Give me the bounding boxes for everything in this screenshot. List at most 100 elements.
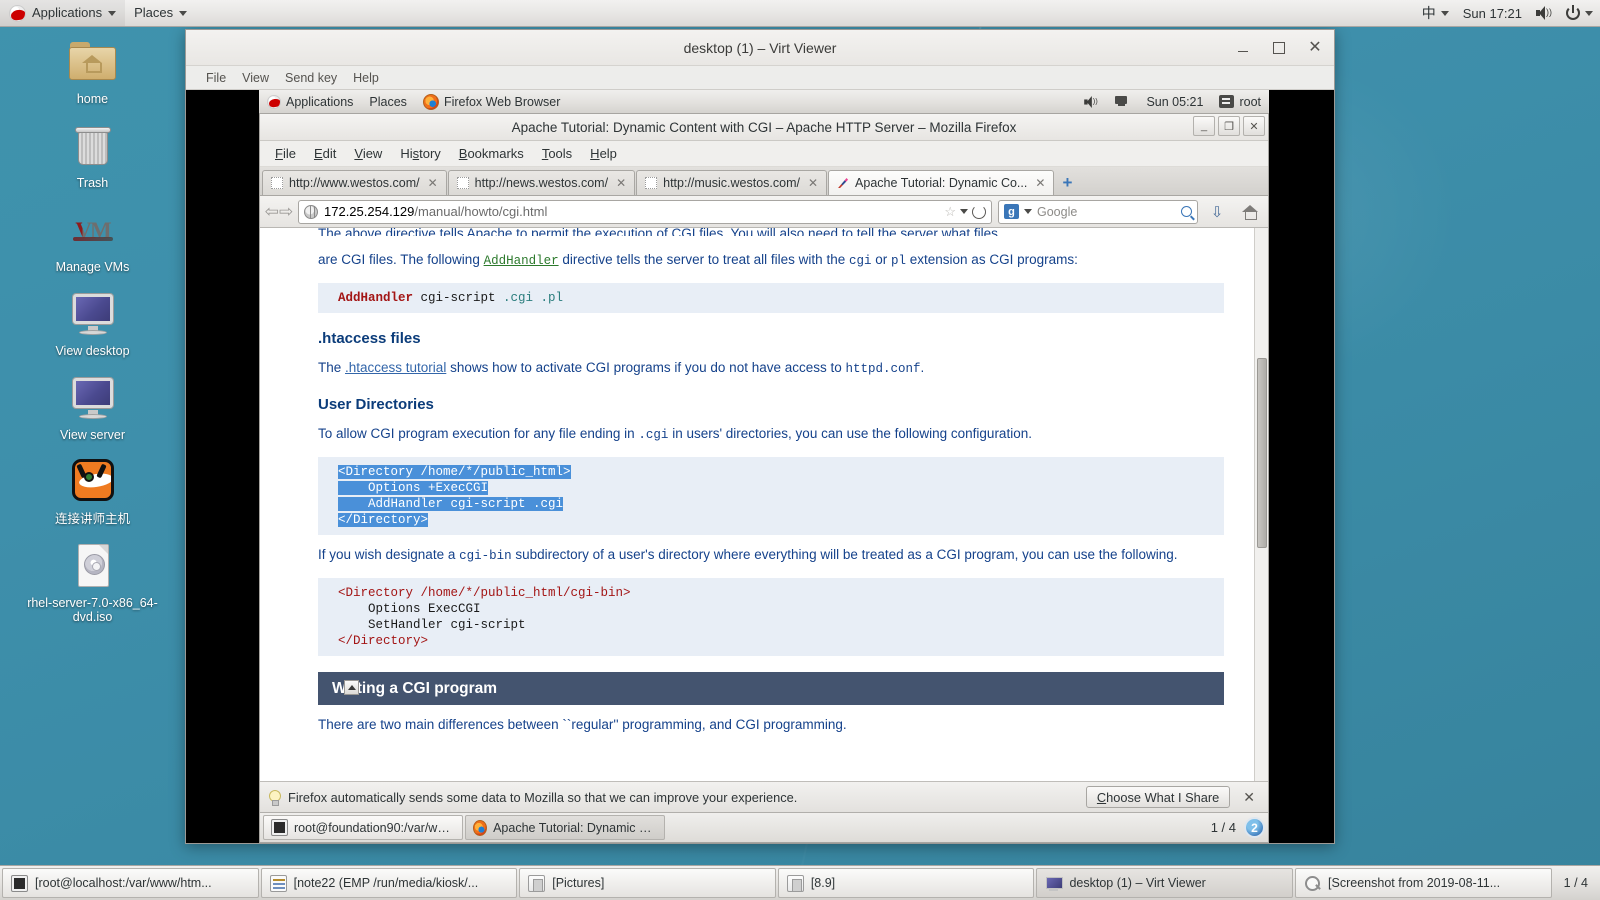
close-tab-icon[interactable]: ✕	[426, 176, 438, 190]
desktop-icon-trash[interactable]: Trash	[13, 120, 173, 190]
guest-places-menu[interactable]: Places	[361, 90, 415, 113]
browser-tab-4[interactable]: Apache Tutorial: Dynamic Co... ✕	[828, 170, 1054, 195]
minimize-button[interactable]: _	[1193, 116, 1215, 136]
guest-task-terminal[interactable]: root@foundation90:/var/www/...	[263, 815, 463, 840]
guest-volume-indicator[interactable]: ))	[1075, 90, 1107, 113]
page-paragraph-userdirs: To allow CGI program execution for any f…	[318, 424, 1224, 445]
virt-viewer-guest-screen[interactable]: Applications Places Firefox Web Browser …	[186, 90, 1334, 843]
reload-icon[interactable]	[972, 205, 986, 219]
scrollbar-thumb[interactable]	[1257, 358, 1267, 548]
vv-menu-send-key[interactable]: Send key	[277, 69, 345, 87]
maximize-button[interactable]: ❐	[1218, 116, 1240, 136]
menu-view[interactable]: View	[345, 143, 391, 164]
input-method-indicator[interactable]: 中	[1415, 0, 1456, 26]
guest-applications-menu[interactable]: Applications	[259, 90, 361, 113]
close-button[interactable]: ✕	[1243, 116, 1265, 136]
host-task-pictures[interactable]: [Pictures]	[519, 868, 776, 898]
heading-htaccess-files: .htaccess files	[318, 329, 1224, 348]
tigervnc-icon	[67, 456, 119, 508]
scroll-to-top-button[interactable]	[344, 680, 359, 695]
guest-clock[interactable]: Sun 05:21	[1138, 90, 1211, 113]
menu-help[interactable]: Help	[581, 143, 626, 164]
guest-clock-label: Sun 05:21	[1146, 95, 1203, 109]
file-manager-icon	[528, 875, 545, 892]
vv-menu-help[interactable]: Help	[345, 69, 387, 87]
search-bar[interactable]: g Google	[998, 200, 1198, 224]
page-document: The above directive tells Apache to perm…	[260, 228, 1254, 781]
url-bar[interactable]: 172.25.254.129/manual/howto/cgi.html ☆	[298, 200, 992, 224]
host-task-virt-viewer[interactable]: desktop (1) – Virt Viewer	[1036, 868, 1293, 898]
vv-menu-view[interactable]: View	[234, 69, 277, 87]
host-desktop: Applications Places 中 Sun 17:21 ))	[0, 0, 1600, 900]
desktop-icon-manage-vms[interactable]: VM Manage VMs	[13, 204, 173, 274]
firefox-window[interactable]: Apache Tutorial: Dynamic Content with CG…	[259, 114, 1269, 843]
minimize-button[interactable]	[1230, 35, 1256, 61]
back-forward-button[interactable]: ⇦⇨	[266, 200, 292, 224]
host-clock[interactable]: Sun 17:21	[1456, 0, 1529, 26]
desktop-icon-view-server[interactable]: View server	[13, 372, 173, 442]
htaccess-tutorial-link[interactable]: .htaccess tutorial	[345, 360, 446, 375]
vv-menu-file[interactable]: File	[198, 69, 234, 87]
chevron-down-icon	[108, 11, 116, 16]
browser-tab-2[interactable]: http://news.westos.com/ ✕	[448, 170, 635, 195]
search-engine-icon[interactable]: g	[1004, 204, 1019, 219]
close-tab-icon[interactable]: ✕	[1033, 176, 1045, 190]
downloads-button[interactable]: ⇩	[1204, 200, 1230, 224]
close-notification-icon[interactable]: ✕	[1238, 789, 1260, 806]
page-viewport[interactable]: The above directive tells Apache to perm…	[260, 228, 1268, 781]
page-scrollbar[interactable]	[1254, 228, 1268, 781]
guest-network-indicator[interactable]	[1107, 90, 1138, 113]
desktop-icon-home[interactable]: home	[13, 36, 173, 106]
chevron-down-icon[interactable]	[960, 209, 968, 214]
desktop-icon-connect-instructor[interactable]: 连接讲师主机	[13, 456, 173, 526]
bookmark-star-icon[interactable]: ☆	[944, 204, 956, 220]
close-tab-icon[interactable]: ✕	[806, 176, 818, 190]
host-applications-menu[interactable]: Applications	[0, 0, 125, 26]
menu-bookmarks[interactable]: Bookmarks	[450, 143, 533, 164]
chevron-down-icon[interactable]	[1024, 209, 1032, 214]
ht-part-c: .	[921, 360, 925, 375]
p2-part-b: subdirectory of a user's directory where…	[512, 547, 1178, 562]
volume-indicator[interactable]: ))	[1529, 0, 1559, 26]
close-tab-icon[interactable]: ✕	[614, 176, 626, 190]
browser-tab-1[interactable]: http://www.westos.com/ ✕	[262, 170, 447, 195]
menu-file[interactable]: File	[266, 143, 305, 164]
desktop-icon-view-desktop[interactable]: View desktop	[13, 288, 173, 358]
close-button[interactable]: ✕	[1302, 35, 1328, 61]
guest-active-window-title[interactable]: Firefox Web Browser	[415, 90, 568, 113]
firefox-titlebar[interactable]: Apache Tutorial: Dynamic Content with CG…	[260, 114, 1268, 141]
apache-feather-icon	[837, 177, 849, 189]
iso-disc-icon	[67, 540, 119, 592]
ht-part-a: The	[318, 360, 345, 375]
desktop-icon-label: Trash	[77, 176, 109, 190]
menu-history[interactable]: History	[391, 143, 449, 164]
addhandler-link[interactable]: AddHandler	[484, 254, 559, 268]
home-button[interactable]	[1236, 200, 1262, 224]
virt-viewer-window[interactable]: desktop (1) – Virt Viewer ✕ File View Se…	[185, 29, 1335, 844]
host-task-screenshot[interactable]: [Screenshot from 2019-08-11...	[1295, 868, 1552, 898]
menu-edit[interactable]: Edit	[305, 143, 345, 164]
choose-what-i-share-button[interactable]: Choose What I Share	[1086, 786, 1230, 808]
host-task-89[interactable]: [8.9]	[778, 868, 1035, 898]
guest-user-menu[interactable]: root	[1211, 90, 1269, 113]
guest-workspace-badge[interactable]: 2	[1244, 817, 1265, 838]
search-input[interactable]: Google	[1037, 205, 1176, 219]
host-task-terminal[interactable]: [root@localhost:/var/www/htm...	[2, 868, 259, 898]
p1-code-cgi: cgi	[849, 254, 872, 268]
code-block-userdir-selected[interactable]: <Directory /home/*/public_html> Options …	[318, 457, 1224, 535]
blank-page-icon	[645, 177, 657, 189]
host-places-menu[interactable]: Places	[125, 0, 196, 26]
terminal-icon	[11, 875, 28, 892]
firefox-tabbar: http://www.westos.com/ ✕ http://news.wes…	[260, 167, 1268, 196]
desktop-icon-rhel-iso[interactable]: rhel-server-7.0-x86_64-dvd.iso	[13, 540, 173, 624]
search-icon[interactable]	[1181, 206, 1192, 217]
new-tab-button[interactable]: +	[1055, 170, 1079, 195]
guest-task-firefox[interactable]: Apache Tutorial: Dynamic Conte...	[465, 815, 665, 840]
virt-viewer-titlebar[interactable]: desktop (1) – Virt Viewer ✕	[186, 30, 1334, 66]
menu-tools[interactable]: Tools	[533, 143, 581, 164]
system-menu[interactable]	[1559, 0, 1600, 26]
maximize-button[interactable]	[1266, 35, 1292, 61]
browser-tab-3[interactable]: http://music.westos.com/ ✕	[636, 170, 827, 195]
host-task-notes[interactable]: [note22 (EMP /run/media/kiosk/...	[261, 868, 518, 898]
firefox-icon	[473, 820, 487, 836]
